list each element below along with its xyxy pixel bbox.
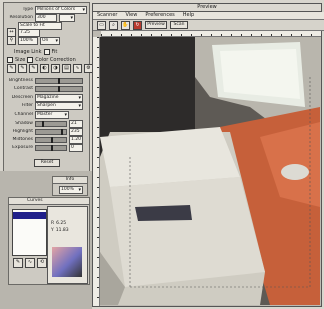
curves-icon[interactable]: ∿ [73,64,82,73]
contrast-slider[interactable] [35,85,83,92]
type-label: Type [22,7,33,12]
contrast-row: Contrast [7,85,83,92]
r-readout-value: 6.25 [56,221,67,226]
highlight-row: Highlight 235 [7,127,83,136]
fit-label: Fit [51,48,58,55]
brightness-row: Brightness [7,77,83,84]
info-title: Info [53,177,87,184]
auto-dropdown[interactable]: On [40,36,60,45]
color-swatch [52,247,82,277]
highlight-field[interactable]: 235 [69,127,83,136]
curves-selected-item[interactable] [13,212,46,219]
type-dropdown[interactable]: Millions of Colors [35,5,87,14]
preview-title: Preview [197,4,217,10]
exposure-label: Exposure [12,145,33,150]
levels-icon[interactable]: ▤ [62,64,71,73]
preview-button[interactable]: Preview [145,21,167,29]
descreen-row: Descreen Magazine [7,93,83,102]
hand-icon[interactable]: ✋ [121,20,130,30]
curve-point-icon[interactable]: ∿ [25,258,35,268]
preview-image[interactable] [100,37,320,305]
filter-label: Filter [21,103,33,108]
resolution-unit-dropdown[interactable] [59,13,75,22]
descreen-label: Descreen [11,95,33,100]
midtones-field[interactable]: 1.20 [69,135,83,144]
vertical-ruler [93,37,100,306]
highlight-label: Highlight [12,129,33,134]
channel-dropdown[interactable]: Master [35,110,69,119]
midtones-label: Midtones [12,137,33,142]
resolution-row: Resolution 300 [7,13,75,22]
menu-scanner[interactable]: Scanner [97,12,117,19]
width-row: ↔ 7.25 [7,28,40,37]
width-field[interactable]: 7.25 [18,28,40,37]
color-correction-label: Color Correction [35,56,76,63]
preview-menu-bar: Scanner View Preferences Help [93,12,324,20]
filter-dropdown[interactable]: Sharpen [35,101,83,110]
info-panel: Info 100% [52,176,88,196]
tool-buttons: ✎ ✎ ✎ ◐ ◑ ▤ ∿ ⚙ [7,64,93,73]
eyedropper-black-icon[interactable]: ✎ [7,64,16,73]
info-zoom-dropdown[interactable]: 100% [59,186,83,194]
channel-label: Channel [14,112,33,117]
curves-title: Curves [9,198,89,205]
resolution-field[interactable]: 300 [35,13,57,22]
brightness-slider[interactable] [35,77,83,84]
curves-readout: R 6.25 Y 11.83 [47,206,88,284]
menu-preferences[interactable]: Preferences [145,12,174,19]
channel-row: Channel Master [7,110,69,119]
shadow-row: Shadow 21 [7,119,83,128]
midtones-slider[interactable] [35,136,67,143]
image-link-label: Image Link [14,48,42,55]
type-row: Type Millions of Colors [7,5,87,14]
preview-toolbar: ▭ ⌕ ✋ ↻ Preview Scan [93,20,324,31]
reset-button[interactable]: Reset [34,159,60,167]
color-correction-row: Size Color Correction [7,56,76,63]
scale-percent-field[interactable]: 100% [18,36,38,45]
preview-title-bar[interactable]: Preview [93,4,321,12]
scanned-photo [100,37,320,305]
highlight-slider[interactable] [35,128,67,135]
color-correction-checkbox[interactable] [27,56,34,63]
midtones-row: Midtones 1.20 [7,135,83,144]
curve-pencil-icon[interactable]: ✎ [13,258,23,268]
size-label: Size [15,56,26,63]
hue-icon[interactable]: ◑ [51,64,60,73]
shadow-label: Shadow [15,121,33,126]
menu-view[interactable]: View [125,12,137,19]
lock-icon[interactable]: ⚲ [7,36,16,45]
scanner-control-panel: Type Millions of Colors Resolution 300 S… [3,2,93,172]
scale-percent-row: ⚲ 100% On [7,36,60,45]
rotate-icon[interactable]: ↻ [133,20,142,30]
curve-reset-icon[interactable]: ⟲ [37,258,47,268]
resolution-label: Resolution [9,15,33,20]
size-checkbox[interactable] [7,56,13,63]
preview-window: Preview Scanner View Preferences Help ▭ … [92,3,324,307]
y-readout-label: Y [51,228,54,233]
r-readout-label: R [51,221,55,226]
eyedropper-white-icon[interactable]: ✎ [29,64,38,73]
fit-checkbox[interactable] [43,48,50,55]
color-balance-icon[interactable]: ◐ [40,64,49,73]
shadow-field[interactable]: 21 [69,119,83,128]
eyedropper-gray-icon[interactable]: ✎ [18,64,27,73]
zoom-icon[interactable]: ⌕ [109,20,118,30]
exposure-field[interactable]: 0 [69,143,83,152]
exposure-slider[interactable] [35,144,67,151]
curves-panel: Curves R 6.25 Y 11.83 ✎ ∿ ⟲ [8,197,90,285]
image-link-row: Image Link Fit [14,48,57,55]
scan-button[interactable]: Scan [170,21,188,29]
contrast-label: Contrast [13,86,33,91]
curves-tool-buttons: ✎ ∿ ⟲ [13,258,47,268]
curves-list[interactable] [12,209,47,256]
brightness-label: Brightness [9,78,33,83]
descreen-dropdown[interactable]: Magazine [35,93,83,102]
marquee-icon[interactable]: ▭ [97,20,106,30]
shadow-slider[interactable] [35,120,67,127]
filter-row: Filter Sharpen [7,101,83,110]
y-readout-value: 11.83 [55,228,69,233]
exposure-row: Exposure 0 [7,143,83,152]
menu-help[interactable]: Help [183,12,194,19]
